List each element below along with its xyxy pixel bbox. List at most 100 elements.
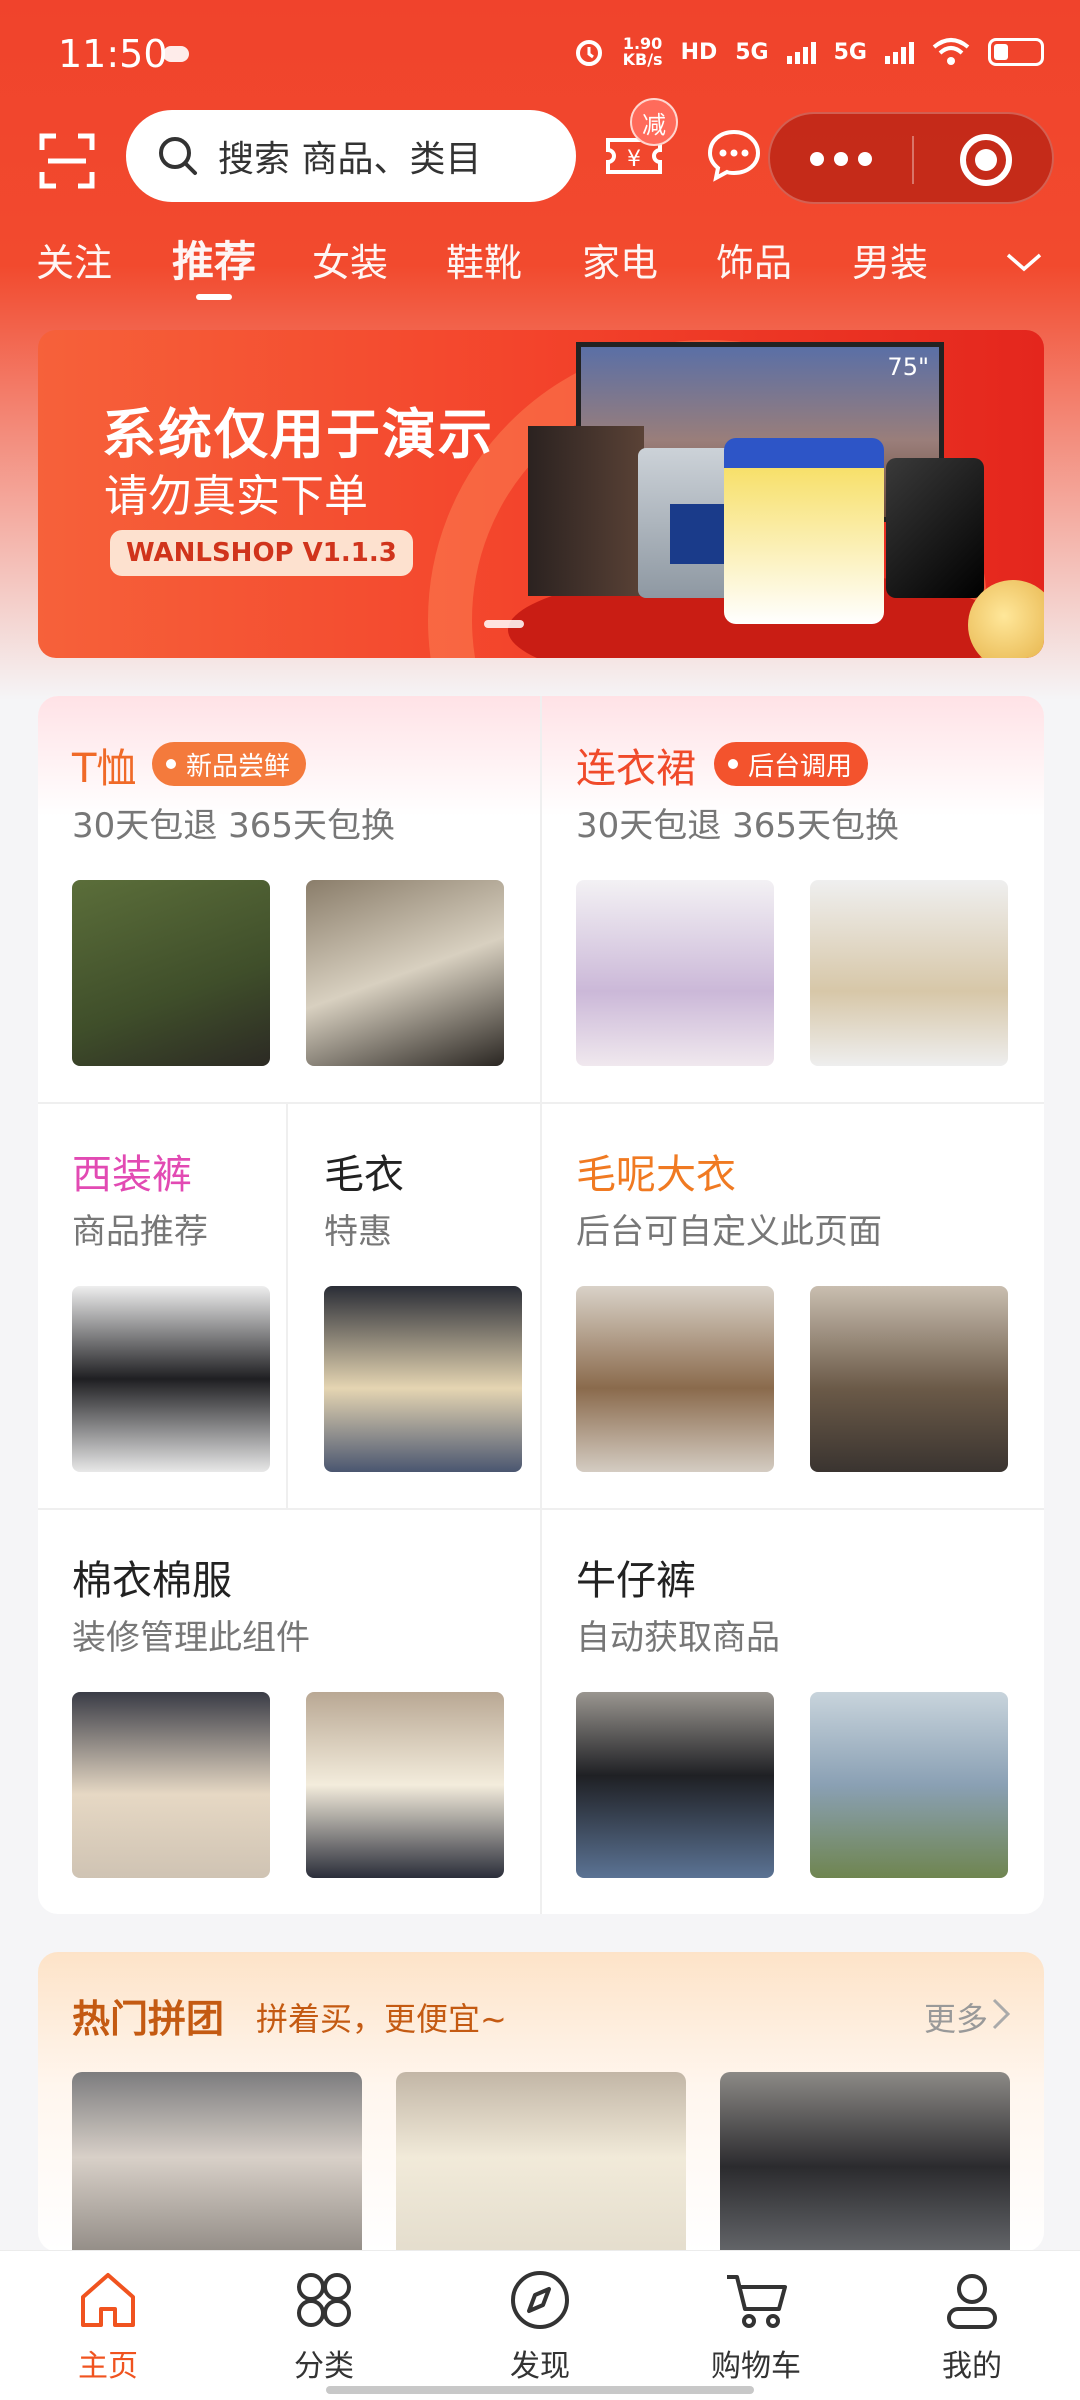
nav-label: 我的 — [942, 2349, 1002, 2384]
search-icon — [159, 137, 197, 175]
message-icon[interactable] — [704, 126, 764, 186]
svg-text:¥: ¥ — [627, 147, 641, 172]
product-thumb[interactable] — [306, 1692, 504, 1878]
battery-icon — [988, 38, 1044, 66]
product-thumb[interactable] — [810, 1286, 1008, 1472]
cart-icon — [727, 2275, 787, 2328]
category-tag: 后台调用 — [714, 742, 869, 786]
tab-men[interactable]: 男装 — [852, 232, 928, 287]
nav-profile[interactable]: 我的 — [892, 2265, 1052, 2385]
search-bar[interactable]: 搜索 商品、类目 — [126, 110, 576, 202]
product-thumb[interactable] — [576, 1692, 774, 1878]
group-buy-thumb[interactable] — [72, 2072, 362, 2252]
grid-divider-v — [540, 696, 542, 1914]
status-time: 11:50 — [58, 32, 168, 76]
nav-label: 发现 — [510, 2349, 570, 2384]
category-title: 毛呢大衣 — [576, 1152, 736, 1198]
banner-headline: 系统仅用于演示 — [102, 403, 494, 466]
wifi-icon — [932, 38, 970, 65]
weather-icon — [163, 46, 189, 62]
nav-cart[interactable]: 购物车 — [676, 2265, 836, 2385]
scan-icon[interactable] — [38, 132, 96, 190]
group-buy-section: 热门拼团 拼着买，更便宜~ 更多 — [38, 1952, 1044, 2252]
bottom-tab-bar: 主页 分类 发现 购物车 我的 — [0, 2250, 1080, 2400]
category-grid: T恤 新品尝鲜 30天包退 365天包换 连衣裙 后台调用 30天包退 365天… — [38, 696, 1044, 1914]
status-bar: 11:50 1.90 KB/s HD 5G 5G — [0, 0, 1080, 110]
banner-pagination-dot — [484, 620, 524, 628]
category-subtitle: 装修管理此组件 — [72, 1618, 310, 1658]
grid-divider-h2 — [38, 1508, 1044, 1510]
group-buy-more-link[interactable]: 更多 — [924, 1994, 988, 2040]
category-subtitle: 特惠 — [324, 1212, 392, 1252]
product-thumb[interactable] — [72, 1692, 270, 1878]
top-nav: 搜索 商品、类目 ¥ 减 — [0, 98, 1080, 210]
group-buy-thumb[interactable] — [720, 2072, 1010, 2252]
close-miniprogram-icon[interactable] — [960, 134, 1012, 186]
network-speed: 1.90 KB/s — [622, 34, 663, 69]
signal-label-2: 5G — [833, 39, 867, 65]
product-thumb[interactable] — [306, 880, 504, 1066]
banner-milk-powder-image — [724, 438, 884, 624]
category-tag: 新品尝鲜 — [152, 742, 307, 786]
banner-liquor-image — [528, 426, 644, 596]
miniprogram-capsule — [768, 112, 1054, 204]
group-buy-subtitle: 拼着买，更便宜~ — [256, 2000, 507, 2038]
product-thumb[interactable] — [576, 1286, 774, 1472]
tab-shoes[interactable]: 鞋靴 — [446, 232, 522, 287]
signal-label-1: 5G — [735, 39, 769, 65]
grid-divider-h — [38, 1102, 1044, 1104]
alarm-icon — [575, 40, 602, 66]
product-thumb[interactable] — [72, 880, 270, 1066]
banner-phone-image — [886, 458, 984, 598]
chevron-down-icon — [1006, 253, 1042, 272]
nav-label: 分类 — [294, 2349, 354, 2384]
category-subtitle: 30天包退 365天包换 — [72, 806, 395, 846]
capsule-divider — [912, 136, 914, 184]
tab-accessories[interactable]: 饰品 — [716, 232, 792, 287]
tab-follow[interactable]: 关注 — [36, 232, 112, 287]
promo-banner[interactable]: 75" 系统仅用于演示 请勿真实下单 WANLSHOP V1.1.3 — [38, 330, 1044, 658]
nav-label: 主页 — [78, 2349, 138, 2384]
tab-appliances[interactable]: 家电 — [582, 232, 658, 287]
more-options-icon[interactable] — [810, 152, 872, 166]
category-subtitle: 自动获取商品 — [576, 1618, 780, 1658]
tab-recommend[interactable]: 推荐 — [172, 228, 256, 289]
tab-women[interactable]: 女装 — [312, 232, 388, 287]
category-icon — [297, 2273, 351, 2327]
category-title: 牛仔裤 — [576, 1558, 696, 1604]
category-title: T恤 — [72, 746, 137, 792]
category-title: 西装裤 — [72, 1152, 192, 1198]
chevron-right-icon[interactable] — [986, 1994, 1016, 2034]
hd-indicator: HD — [680, 39, 718, 65]
home-icon — [81, 2273, 135, 2327]
banner-subheadline: 请勿真实下单 — [104, 471, 368, 522]
signal-icon — [786, 40, 816, 64]
nav-label: 购物车 — [711, 2349, 801, 2384]
category-subtitle: 后台可自定义此页面 — [576, 1212, 882, 1252]
category-title: 棉衣棉服 — [72, 1558, 232, 1604]
product-thumb[interactable] — [324, 1286, 522, 1472]
category-title: 毛衣 — [324, 1152, 404, 1198]
group-buy-thumb[interactable] — [396, 2072, 686, 2252]
category-tabs: 关注 推荐 女装 鞋靴 家电 饰品 男装 — [0, 232, 1080, 302]
category-subtitle: 商品推荐 — [72, 1212, 208, 1252]
nav-category[interactable]: 分类 — [244, 2265, 404, 2385]
product-thumb[interactable] — [810, 880, 1008, 1066]
product-thumb[interactable] — [576, 880, 774, 1066]
category-subtitle: 30天包退 365天包换 — [576, 806, 899, 846]
group-buy-title: 热门拼团 — [72, 1997, 225, 2041]
signal-icon-2 — [885, 40, 914, 64]
product-thumb[interactable] — [810, 1692, 1008, 1878]
coupon-badge: 减 — [630, 98, 678, 146]
search-placeholder: 搜索 商品、类目 — [218, 139, 482, 180]
user-icon — [947, 2274, 997, 2329]
nav-discover[interactable]: 发现 — [460, 2265, 620, 2385]
product-thumb[interactable] — [72, 1286, 270, 1472]
grid-divider-v2 — [286, 1104, 288, 1508]
home-indicator — [326, 2386, 754, 2394]
category-title: 连衣裙 — [576, 746, 696, 792]
tabs-expand-button[interactable] — [968, 222, 1080, 302]
nav-home[interactable]: 主页 — [28, 2265, 188, 2385]
banner-version-pill: WANLSHOP V1.1.3 — [110, 530, 413, 576]
active-tab-indicator — [196, 294, 232, 300]
